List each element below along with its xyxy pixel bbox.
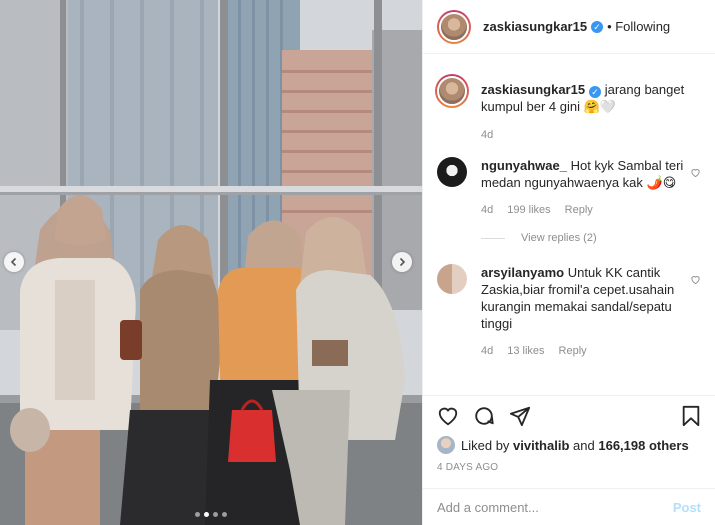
reply-button[interactable]: Reply bbox=[565, 204, 593, 216]
carousel-dot bbox=[213, 512, 218, 517]
like-button[interactable] bbox=[437, 405, 459, 427]
carousel-next-button[interactable] bbox=[392, 252, 412, 272]
comment-likes[interactable]: 13 likes bbox=[507, 345, 544, 357]
caption-username[interactable]: zaskiasungkar15 bbox=[481, 82, 585, 97]
post-comment-button[interactable]: Post bbox=[673, 500, 701, 515]
commenter-avatar[interactable] bbox=[437, 264, 467, 294]
author-username[interactable]: zaskiasungkar15 bbox=[483, 19, 587, 34]
comment-input[interactable] bbox=[437, 499, 673, 515]
likes-middle: and bbox=[573, 437, 595, 453]
view-replies-label: View replies (2) bbox=[521, 232, 597, 244]
comment-time: 4d bbox=[481, 345, 494, 357]
chevron-left-icon bbox=[10, 257, 17, 267]
comment-time: 4d bbox=[481, 204, 494, 216]
caption-time: 4d bbox=[481, 129, 494, 141]
caption-avatar[interactable] bbox=[435, 74, 469, 108]
verified-icon: ✓ bbox=[589, 86, 602, 98]
heart-icon bbox=[438, 407, 458, 426]
author-avatar[interactable] bbox=[437, 9, 471, 44]
comment-likes[interactable]: 199 likes bbox=[507, 204, 550, 216]
save-button[interactable] bbox=[681, 405, 701, 427]
following-button[interactable]: • Following bbox=[607, 19, 670, 34]
action-bar bbox=[437, 396, 701, 436]
bookmark-icon bbox=[682, 405, 700, 427]
comments-list: zaskiasungkar15 ✓ jarang banget kumpul be… bbox=[423, 74, 715, 357]
heart-icon bbox=[691, 169, 700, 178]
carousel-dot bbox=[195, 512, 200, 517]
carousel-prev-button[interactable] bbox=[4, 252, 24, 272]
liker-username[interactable]: vivithalib bbox=[513, 438, 569, 453]
post-photo[interactable] bbox=[0, 0, 422, 525]
comment-item: ngunyahwae_ Hot kyk Sambal teri medan ng… bbox=[437, 157, 701, 216]
heart-icon bbox=[691, 276, 700, 285]
likes-summary: Liked by vivithalib and 166,198 others bbox=[437, 436, 701, 454]
liker-avatar[interactable] bbox=[437, 436, 455, 454]
commenter-avatar[interactable] bbox=[437, 157, 467, 187]
photo-scene bbox=[0, 0, 422, 525]
comment-button[interactable] bbox=[473, 405, 495, 427]
share-button[interactable] bbox=[509, 405, 531, 427]
author-avatar-image bbox=[439, 11, 469, 42]
caption-avatar-image bbox=[437, 76, 467, 106]
carousel-indicator bbox=[0, 512, 422, 517]
view-replies-button[interactable]: View replies (2) bbox=[481, 232, 701, 244]
comment-icon bbox=[475, 407, 494, 425]
commenter-username[interactable]: arsyilanyamo bbox=[481, 265, 564, 280]
post-date: 4 DAYS AGO bbox=[437, 462, 499, 473]
post-header: zaskiasungkar15 ✓ • Following bbox=[423, 0, 715, 54]
carousel-dot-active bbox=[204, 512, 209, 517]
likes-prefix: Liked by bbox=[461, 437, 510, 453]
add-comment-form: Post bbox=[423, 488, 715, 525]
commenter-username[interactable]: ngunyahwae_ bbox=[481, 158, 567, 173]
likes-count[interactable]: 166,198 others bbox=[598, 438, 688, 453]
divider bbox=[481, 237, 505, 239]
chevron-right-icon bbox=[399, 257, 406, 267]
comment-like-button[interactable] bbox=[690, 272, 701, 290]
comment-item: arsyilanyamo Untuk KK cantik Zaskia,biar… bbox=[437, 264, 701, 357]
carousel-dot bbox=[222, 512, 227, 517]
share-icon bbox=[509, 406, 531, 427]
comment-like-button[interactable] bbox=[690, 165, 701, 183]
post-side-panel: zaskiasungkar15 ✓ • Following zaskiasung… bbox=[422, 0, 715, 525]
post-dialog: zaskiasungkar15 ✓ • Following zaskiasung… bbox=[0, 0, 715, 525]
verified-icon: ✓ bbox=[591, 20, 604, 33]
reply-button[interactable]: Reply bbox=[559, 345, 587, 357]
caption: zaskiasungkar15 ✓ jarang banget kumpul be… bbox=[435, 74, 701, 141]
post-actions-section: Liked by vivithalib and 166,198 others 4… bbox=[423, 395, 715, 473]
